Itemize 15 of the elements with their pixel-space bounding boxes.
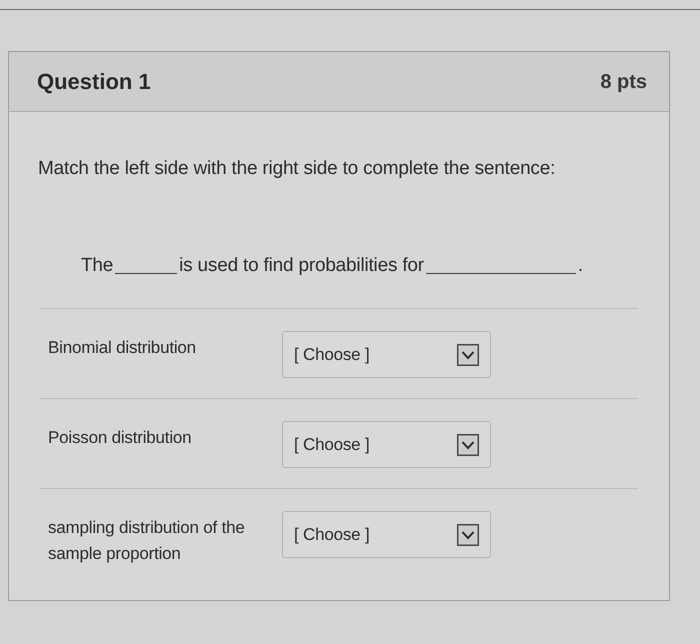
dropdown[interactable]: [ Choose ] (282, 331, 491, 378)
chevron-down-icon (457, 524, 479, 546)
match-label: Poisson distribution (47, 427, 192, 449)
question-title: Question 1 (37, 68, 151, 96)
sentence-text: . (578, 254, 583, 278)
match-label: Binomial distribution (47, 337, 197, 359)
match-label: sampling distribution of the sample proportion (47, 517, 246, 565)
chevron-down-icon (457, 434, 479, 456)
sentence-text: is used to find probabilities for (179, 254, 424, 278)
chevron-down-icon (457, 344, 479, 366)
dropdown[interactable]: [ Choose ] (282, 421, 491, 468)
dropdown[interactable]: [ Choose ] (282, 511, 491, 558)
points-label: 8 pts (600, 70, 647, 94)
question-prompt: Match the left side with the right side to complete the sentence: (38, 157, 556, 181)
sentence-text: The (81, 254, 114, 278)
